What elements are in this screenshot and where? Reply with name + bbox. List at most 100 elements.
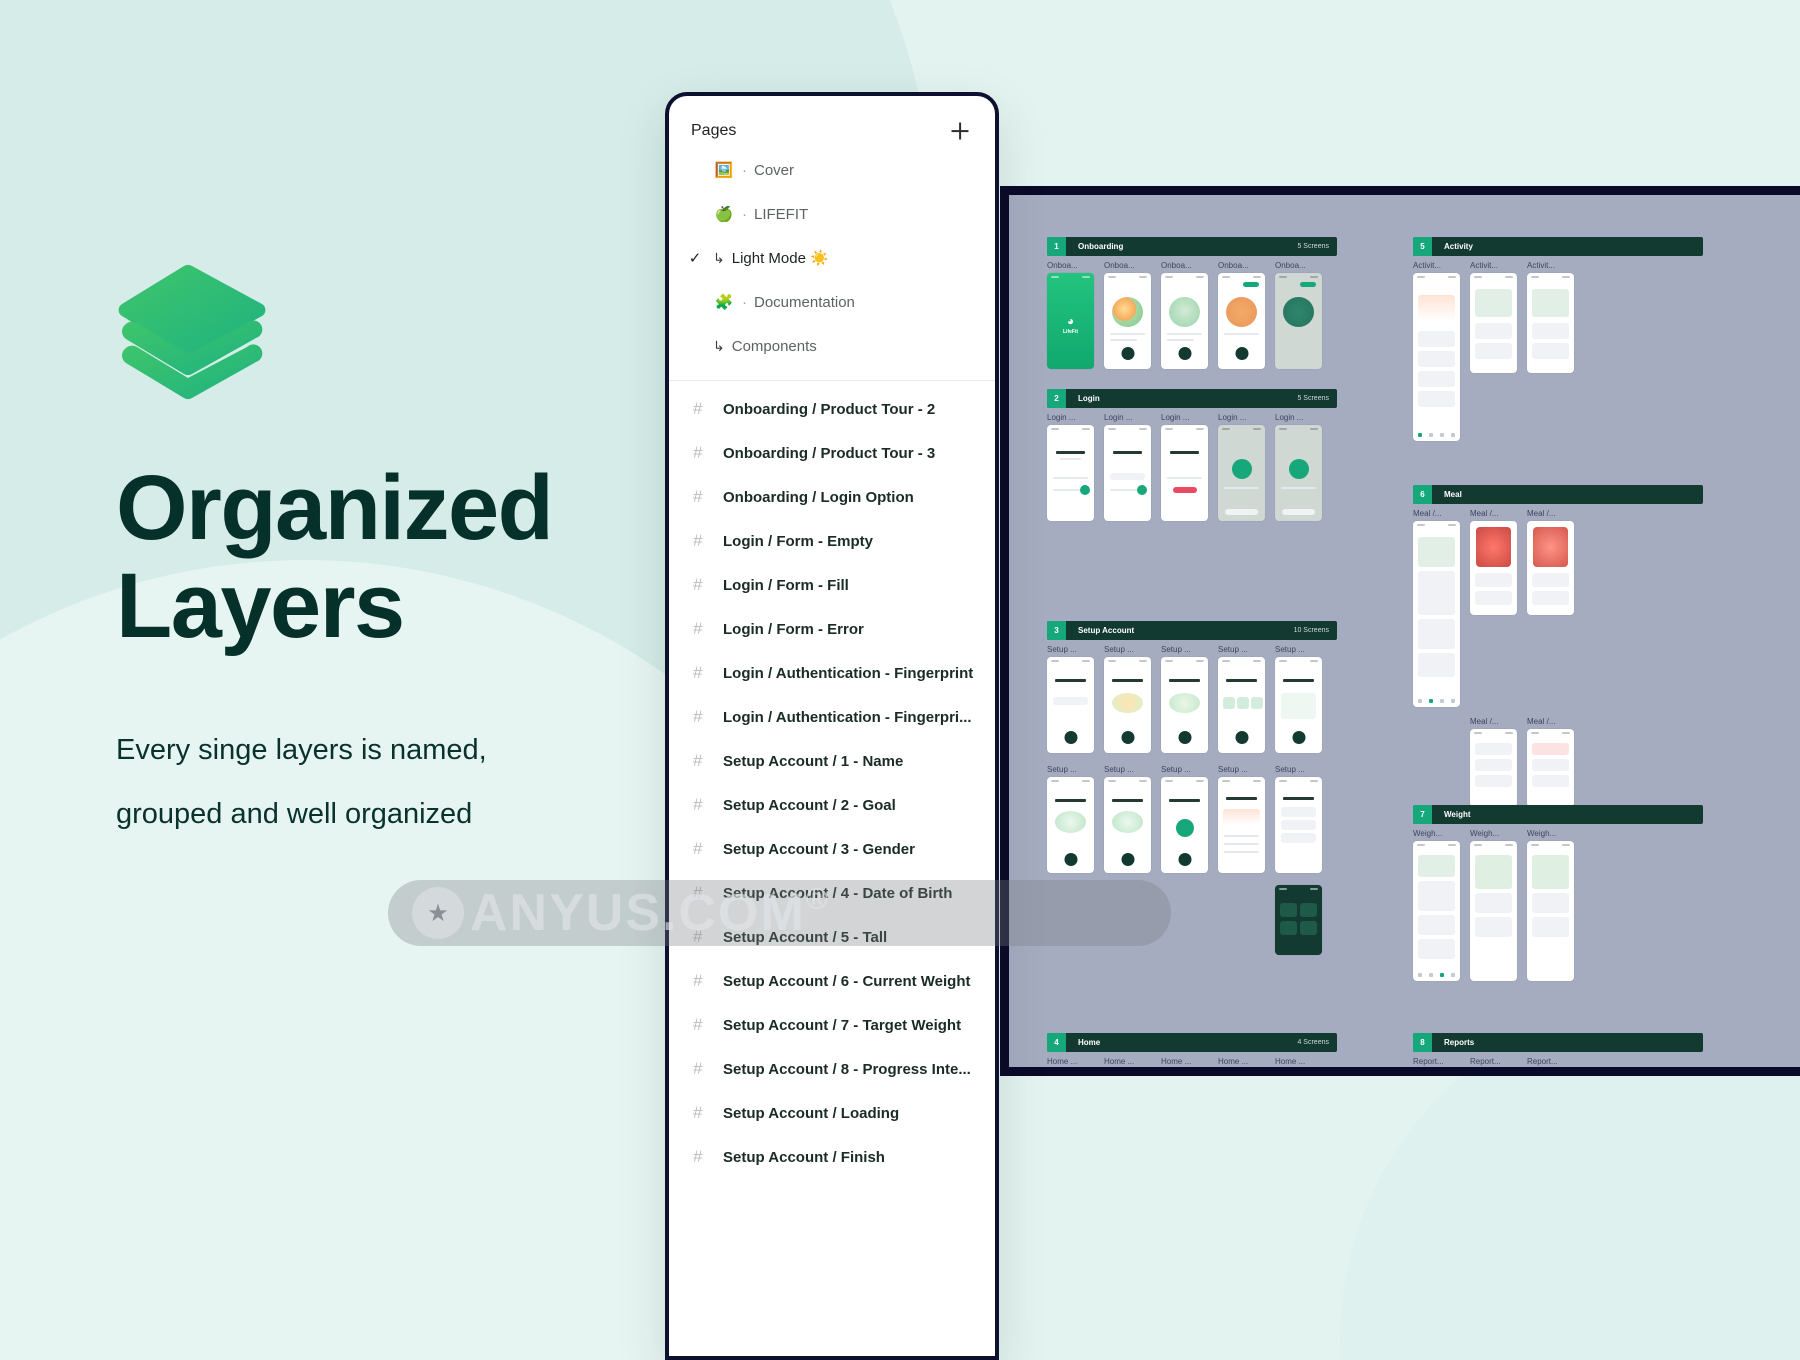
frame-item[interactable]: Weigh...	[1413, 829, 1460, 981]
frame-item[interactable]: Setup ...	[1275, 765, 1322, 873]
frame-item[interactable]: Activit...	[1527, 261, 1574, 441]
frame-item[interactable]: Home ...	[1161, 1057, 1208, 1076]
frame-item[interactable]: Setup ...	[1218, 765, 1265, 873]
page-item-components[interactable]: ↳ Components	[669, 324, 995, 368]
layer-item[interactable]: # Setup Account / Loading	[669, 1091, 995, 1135]
frame-thumbnail[interactable]	[1161, 1069, 1208, 1076]
canvas-section-setup-account[interactable]: 3 Setup Account 10 Screens Setup ... Set…	[1047, 621, 1337, 955]
frame-item[interactable]: Weigh...	[1527, 829, 1574, 981]
layer-item[interactable]: # Login / Authentication - Fingerpri...	[669, 695, 995, 739]
layer-item[interactable]: # Setup Account / Finish	[669, 1135, 995, 1179]
frame-thumbnail[interactable]	[1275, 885, 1322, 955]
frame-thumbnail[interactable]	[1470, 729, 1517, 807]
frame-thumbnail[interactable]	[1218, 425, 1265, 521]
layer-item[interactable]: # Setup Account / 5 - Tall	[669, 915, 995, 959]
canvas-section-onboarding[interactable]: 1 Onboarding 5 Screens Onboa... ◕ LifeFit…	[1047, 237, 1337, 369]
canvas-section-activity[interactable]: 5 Activity Activit... Activit... Activit…	[1413, 237, 1703, 441]
frame-thumbnail[interactable]	[1104, 777, 1151, 873]
frame-item[interactable]: Report...	[1527, 1057, 1574, 1076]
frame-thumbnail[interactable]	[1527, 273, 1574, 373]
frame-item[interactable]: Report...	[1413, 1057, 1460, 1076]
frame-thumbnail[interactable]	[1161, 777, 1208, 873]
canvas-section-login[interactable]: 2 Login 5 Screens Login ... Login ... Lo…	[1047, 389, 1337, 521]
frame-thumbnail[interactable]	[1413, 273, 1460, 441]
frame-item[interactable]: Home ...	[1104, 1057, 1151, 1076]
frame-item[interactable]: Login ...	[1104, 413, 1151, 521]
frame-item[interactable]: Setup ...	[1104, 765, 1151, 873]
frame-item[interactable]: Setup ...	[1047, 765, 1094, 873]
frame-item[interactable]: Meal /...	[1470, 717, 1517, 807]
canvas-section-home[interactable]: 4 Home 4 Screens Home ... Home ... Home …	[1047, 1033, 1337, 1076]
frame-thumbnail[interactable]	[1104, 425, 1151, 521]
frame-thumbnail[interactable]	[1047, 425, 1094, 521]
frame-thumbnail[interactable]	[1161, 273, 1208, 369]
frame-item[interactable]: Activit...	[1470, 261, 1517, 441]
frame-item[interactable]: Login ...	[1047, 413, 1094, 521]
frame-item[interactable]: Meal /...	[1527, 717, 1574, 807]
frame-thumbnail[interactable]	[1047, 1069, 1094, 1076]
layer-item[interactable]: # Setup Account / 3 - Gender	[669, 827, 995, 871]
frame-item[interactable]: Setup ...	[1275, 645, 1322, 753]
frame-item[interactable]: Onboa...	[1218, 261, 1265, 369]
frame-thumbnail[interactable]	[1275, 1069, 1322, 1076]
frame-thumbnail[interactable]	[1047, 657, 1094, 753]
frame-item[interactable]: Activit...	[1413, 261, 1460, 441]
layer-item[interactable]: # Onboarding / Product Tour - 3	[669, 431, 995, 475]
figma-canvas[interactable]: 1 Onboarding 5 Screens Onboa... ◕ LifeFit…	[1000, 186, 1800, 1076]
frame-item[interactable]: Setup ...	[1104, 645, 1151, 753]
frame-thumbnail[interactable]	[1275, 777, 1322, 873]
frame-thumbnail[interactable]: ◕ LifeFit	[1047, 273, 1094, 369]
frame-thumbnail[interactable]	[1413, 841, 1460, 981]
frame-thumbnail[interactable]	[1413, 1069, 1460, 1076]
layer-item[interactable]: # Setup Account / 2 - Goal	[669, 783, 995, 827]
frame-item[interactable]: Meal /...	[1470, 509, 1517, 707]
frame-item[interactable]: Setup ...	[1047, 645, 1094, 753]
frame-item[interactable]: Report...	[1470, 1057, 1517, 1076]
frame-item[interactable]: Login ...	[1161, 413, 1208, 521]
page-item-cover[interactable]: 🖼️ · Cover	[669, 148, 995, 192]
frame-thumbnail[interactable]	[1047, 777, 1094, 873]
frame-thumbnail[interactable]	[1104, 1069, 1151, 1076]
frame-item[interactable]	[1275, 885, 1322, 955]
frame-item[interactable]: Meal /...	[1413, 509, 1460, 707]
frame-thumbnail[interactable]	[1275, 425, 1322, 521]
frame-item[interactable]: Setup ...	[1161, 765, 1208, 873]
layer-item[interactable]: # Setup Account / 6 - Current Weight	[669, 959, 995, 1003]
frame-thumbnail[interactable]	[1527, 521, 1574, 615]
frame-item[interactable]: Login ...	[1218, 413, 1265, 521]
page-item-lifefit[interactable]: 🍏 · LIFEFIT	[669, 192, 995, 236]
frame-item[interactable]: Home ...	[1218, 1057, 1265, 1076]
frame-thumbnail[interactable]	[1275, 273, 1322, 369]
frame-thumbnail[interactable]	[1275, 657, 1322, 753]
frame-item[interactable]: Home ...	[1275, 1057, 1322, 1076]
frame-item[interactable]: Meal /...	[1527, 509, 1574, 707]
canvas-section-reports[interactable]: 8 Reports Report... Report... Report...	[1413, 1033, 1703, 1076]
frame-thumbnail[interactable]	[1161, 657, 1208, 753]
layer-item[interactable]: # Login / Form - Error	[669, 607, 995, 651]
frame-thumbnail[interactable]	[1104, 657, 1151, 753]
frame-item[interactable]: Weigh...	[1470, 829, 1517, 981]
frame-thumbnail[interactable]	[1218, 1069, 1265, 1076]
layer-item[interactable]: # Login / Authentication - Fingerprint	[669, 651, 995, 695]
frame-thumbnail[interactable]	[1161, 425, 1208, 521]
layer-item[interactable]: # Onboarding / Product Tour - 2	[669, 387, 995, 431]
frame-thumbnail[interactable]	[1470, 273, 1517, 373]
frame-item[interactable]: Setup ...	[1161, 645, 1208, 753]
frame-thumbnail[interactable]	[1527, 1069, 1574, 1076]
frame-item[interactable]: Login ...	[1275, 413, 1322, 521]
frame-item[interactable]: Home ...	[1047, 1057, 1094, 1076]
canvas-section-weight[interactable]: 7 Weight Weigh... Weigh... Weigh...	[1413, 805, 1703, 981]
frame-thumbnail[interactable]	[1218, 273, 1265, 369]
layer-item[interactable]: # Login / Form - Fill	[669, 563, 995, 607]
frame-thumbnail[interactable]	[1413, 521, 1460, 707]
frame-item[interactable]: Onboa... ◕ LifeFit	[1047, 261, 1094, 369]
layer-item[interactable]: # Setup Account / 4 - Date of Birth	[669, 871, 995, 915]
frame-thumbnail[interactable]	[1527, 841, 1574, 981]
pages-panel[interactable]: Pages 🖼️ · Cover 🍏 · LIFEFIT ✓ ↳ Light M…	[665, 92, 999, 1360]
layer-item[interactable]: # Setup Account / 7 - Target Weight	[669, 1003, 995, 1047]
frame-thumbnail[interactable]	[1527, 729, 1574, 807]
frame-item[interactable]: Onboa...	[1104, 261, 1151, 369]
frame-thumbnail[interactable]	[1104, 273, 1151, 369]
frame-thumbnail[interactable]	[1218, 777, 1265, 873]
frame-thumbnail[interactable]	[1470, 1069, 1517, 1076]
